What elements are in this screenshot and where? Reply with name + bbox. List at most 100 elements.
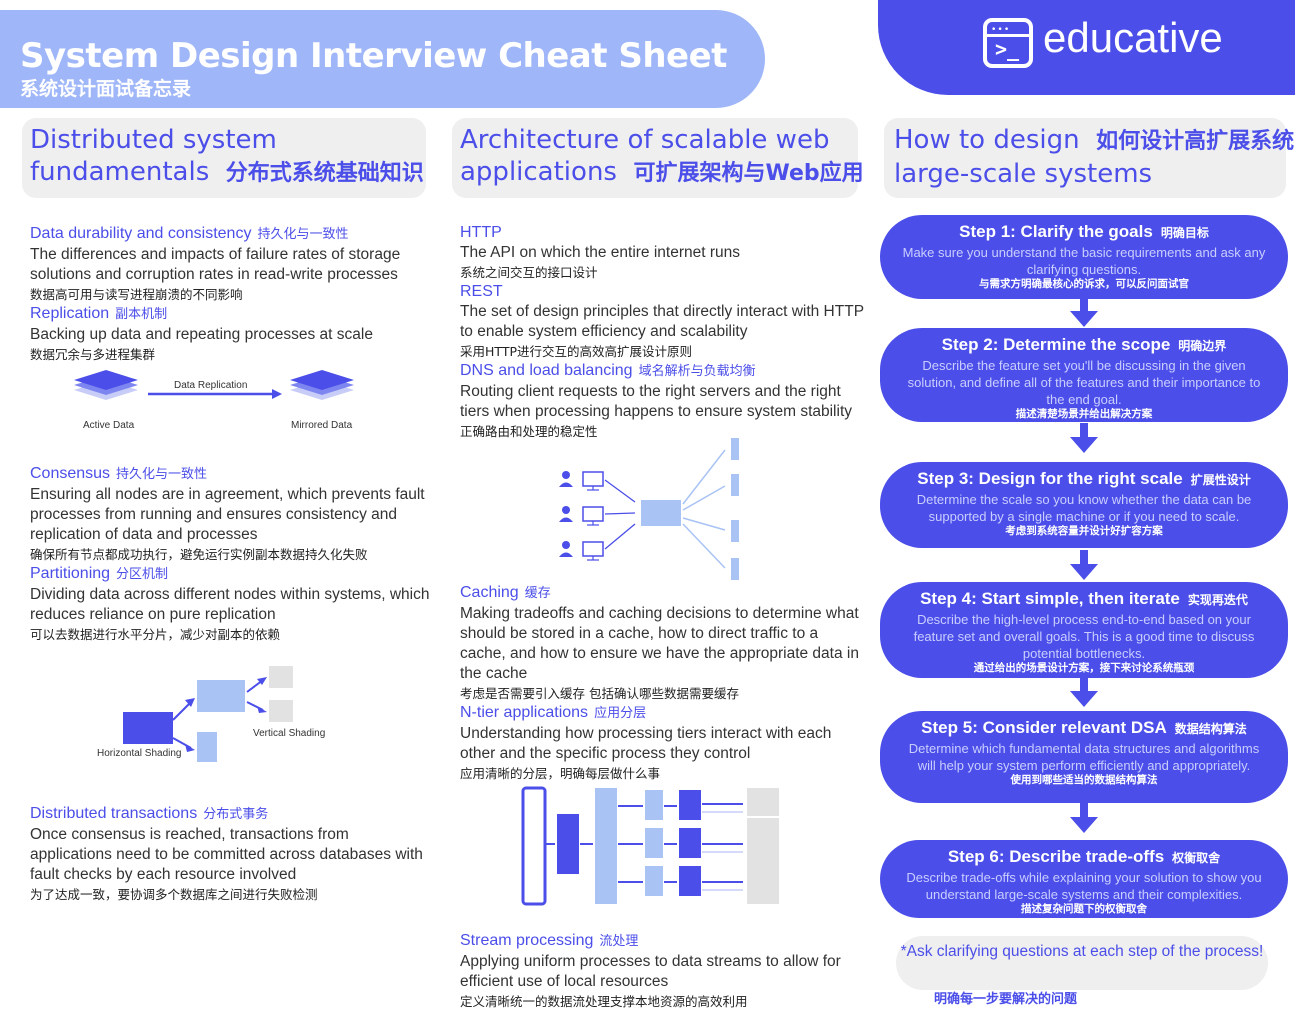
section-title: Consensus: [30, 465, 111, 482]
section-body: Routing client requests to the right ser…: [460, 383, 853, 420]
step-desc: Describe the high-level process end-to-e…: [913, 612, 1255, 661]
section-consensus: Consensus 持久化与一致性 Ensuring all nodes are …: [30, 464, 430, 644]
replication-arrow-label: Data Replication: [174, 380, 248, 391]
step-1: Step 1: Clarify the goals 明确目标 Make sure …: [880, 215, 1288, 299]
step-cn: 考虑到系统容量并设计好扩容方案: [1005, 525, 1163, 537]
load-balancer-graphic: [559, 438, 739, 580]
arrow-down-icon: [1070, 423, 1098, 453]
section-body: The differences and impacts of failure r…: [30, 246, 401, 283]
column-title-line2: fundamentals: [30, 157, 210, 187]
terminal-icon: ••• >_: [983, 18, 1033, 68]
step-title-cn: 数据结构算法: [1174, 722, 1247, 736]
section-body: Applying uniform processes to data strea…: [460, 953, 841, 990]
ask-questions-note-cn: 明确每一步要解决的问题: [934, 992, 1078, 1007]
section-title-cn: 流处理: [599, 934, 639, 949]
section-title: Caching: [460, 584, 519, 601]
step-2: Step 2: Determine the scope 明确边界 Describe…: [880, 328, 1288, 422]
section-title-cn: 分区机制: [116, 567, 169, 582]
column-title-line1: Distributed system: [30, 125, 277, 155]
section-body: The set of design principles that direct…: [460, 303, 864, 340]
step-title: Step 1: Clarify the goals: [959, 222, 1153, 241]
section-caching-ntier: Caching 缓存 Making tradeoffs and caching d…: [460, 583, 865, 783]
section-body: Ensuring all nodes are in agreement, whi…: [30, 486, 425, 543]
step-desc: Describe the feature set you'll be discu…: [907, 358, 1261, 407]
section-title-cn: 缓存: [524, 586, 551, 601]
arrow-down-icon: [1070, 297, 1098, 327]
column-title-cn: 如何设计高扩展系统: [1096, 129, 1295, 154]
page-title: System Design Interview Cheat Sheet: [20, 36, 727, 76]
step-3: Step 3: Design for the right scale 扩展性设计 …: [880, 462, 1288, 548]
step-title-cn: 权衡取舍: [1172, 851, 1221, 865]
section-title-cn: 域名解析与负载均衡: [638, 364, 756, 379]
active-data-label: Active Data: [83, 420, 135, 431]
ntier-graphic: [521, 786, 779, 906]
step-5: Step 5: Consider relevant DSA 数据结构算法 Dete…: [880, 711, 1288, 803]
step-title-cn: 扩展性设计: [1190, 473, 1251, 487]
load-balancing-diagram: [555, 432, 755, 582]
section-title: REST: [460, 283, 503, 300]
arrow-down-icon: [1070, 803, 1098, 833]
column-title-line1: How to design: [894, 125, 1080, 155]
arrow-down-icon: [1070, 677, 1098, 707]
section-body: Once consensus is reached, transactions …: [30, 826, 423, 883]
section-body-cn: 应用清晰的分层，明确每层做什么事: [460, 766, 661, 781]
section-title-cn: 持久化与一致性: [116, 467, 208, 482]
mirrored-data-label: Mirrored Data: [291, 420, 353, 431]
step-title: Step 6: Describe trade-offs: [947, 847, 1165, 866]
title-banner: System Design Interview Cheat Sheet 系统设计…: [0, 10, 765, 108]
column-header-fundamentals: Distributed system fundamentals 分布式系统基础知…: [22, 118, 426, 198]
ask-questions-note: *Ask clarifying questions at each step o…: [896, 936, 1268, 990]
section-title: Stream processing: [460, 932, 594, 949]
section-title-cn: 分布式事务: [203, 807, 269, 822]
section-body-cn: 定义清晰统一的数据流处理支撑本地资源的高效利用: [460, 994, 748, 1009]
step-desc: Determine which fundamental data structu…: [908, 741, 1260, 773]
section-durability: Data durability and consistency 持久化与一致性 T…: [30, 224, 430, 364]
step-title: Step 4: Start simple, then iterate: [920, 589, 1180, 608]
step-4: Step 4: Start simple, then iterate 实现再迭代 …: [880, 582, 1288, 678]
column-header-architecture: Architecture of scalable web application…: [452, 118, 864, 198]
section-title: Data durability and consistency: [30, 225, 252, 242]
section-http-rest-dns: HTTP The API on which the entire interne…: [460, 223, 865, 441]
step-desc: Determine the scale so you know whether …: [916, 492, 1252, 524]
section-title: HTTP: [460, 224, 502, 241]
section-transactions: Distributed transactions 分布式事务 Once conse…: [30, 804, 430, 904]
section-body-cn: 可以去数据进行水平分片，减少对副本的依赖: [30, 627, 281, 642]
step-title-cn: 实现再迭代: [1187, 593, 1248, 607]
column-title-line1: Architecture of scalable web: [460, 125, 830, 155]
section-body-cn: 采用HTTP进行交互的高效高扩展设计原则: [460, 344, 692, 359]
section-title-cn: 副本机制: [115, 307, 168, 322]
step-cn: 与需求方明确最核心的诉求，可以反问面试官: [979, 278, 1189, 290]
section-body-cn: 为了达成一致，要协调多个数据库之间进行失败检测: [30, 887, 318, 902]
column-title-cn: 可扩展架构与Web应用: [633, 161, 864, 186]
step-desc: Describe trade-offs while explaining you…: [906, 870, 1262, 902]
section-body: Making tradeoffs and caching decisions t…: [460, 605, 859, 682]
section-body: Backing up data and repeating processes …: [30, 326, 373, 343]
partitioning-diagram: Vertical Shading Horizontal Shading: [95, 660, 355, 770]
section-body-cn: 考虑是否需要引入缓存 包括确认哪些数据需要缓存: [460, 686, 739, 701]
arrow-down-icon: [1070, 550, 1098, 580]
section-title: Distributed transactions: [30, 805, 198, 822]
step-cn: 通过给出的场景设计方案，接下来讨论系统瓶颈: [973, 662, 1195, 674]
section-body: The API on which the entire internet run…: [460, 244, 741, 261]
brand-name: educative: [1043, 14, 1223, 61]
section-title: Partitioning: [30, 565, 111, 582]
section-title: Replication: [30, 305, 110, 322]
section-title-cn: 持久化与一致性: [257, 227, 349, 242]
section-stream: Stream processing 流处理 Applying uniform pr…: [460, 931, 865, 1011]
step-title-cn: 明确目标: [1160, 226, 1209, 240]
section-body-cn: 数据冗余与多进程集群: [30, 347, 156, 362]
step-title-cn: 明确边界: [1178, 339, 1227, 353]
step-6: Step 6: Describe trade-offs 权衡取舍 Describe…: [880, 840, 1288, 918]
vertical-shading-label: Vertical Shading: [253, 728, 326, 739]
section-body: Dividing data across different nodes wit…: [30, 586, 430, 623]
step-title: Step 2: Determine the scope: [941, 335, 1171, 354]
step-desc: Make sure you understand the basic requi…: [902, 245, 1266, 277]
step-cn: 使用到哪些适当的数据结构算法: [1010, 774, 1158, 786]
section-title-cn: 应用分层: [594, 706, 647, 721]
section-body: Understanding how processing tiers inter…: [460, 725, 832, 762]
step-cn: 描述复杂问题下的权衡取舍: [1021, 903, 1147, 915]
step-title: Step 3: Design for the right scale: [917, 469, 1183, 488]
section-title: N-tier applications: [460, 704, 589, 721]
column-title-cn: 分布式系统基础知识: [225, 161, 424, 186]
step-title: Step 5: Consider relevant DSA: [921, 718, 1167, 737]
